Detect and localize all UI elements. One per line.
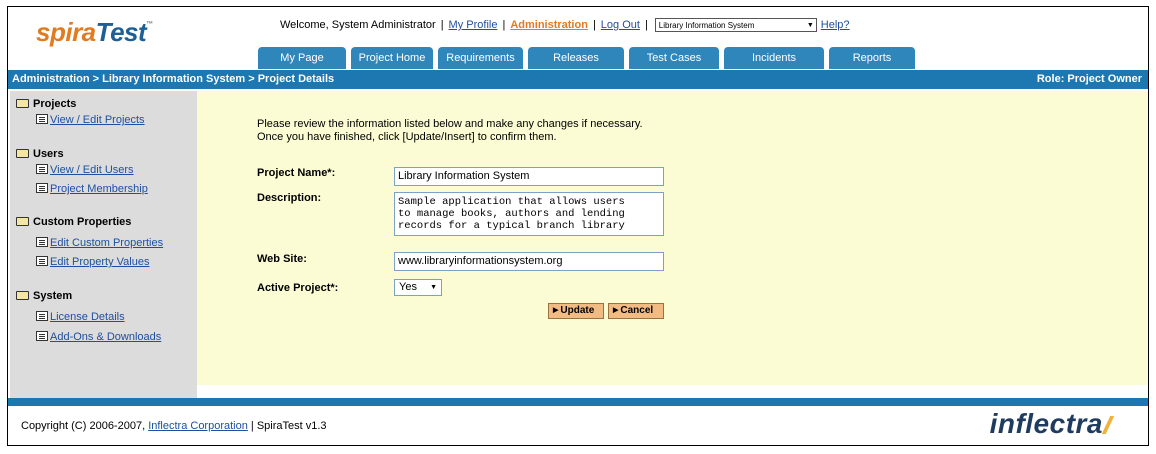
sidebar-item-view-edit-projects[interactable]: View / Edit Projects — [36, 114, 145, 126]
instructions-line: Please review the information listed bel… — [257, 118, 643, 130]
inflectra-corporation-link[interactable]: Inflectra Corporation — [148, 420, 248, 432]
copyright: Copyright (C) 2006-2007, Inflectra Corpo… — [21, 420, 327, 432]
role-label: Role: Project Owner — [1036, 73, 1142, 85]
project-details-form: Please review the information listed bel… — [197, 91, 1148, 385]
copyright-text: Copyright (C) 2006-2007, — [21, 420, 146, 432]
admin-sidebar: Projects View / Edit Projects Users View… — [10, 91, 197, 398]
inflectra-logo-text: inflectra — [989, 408, 1103, 439]
separator: | — [440, 19, 444, 31]
triangle-right-icon: ▶ — [553, 307, 559, 314]
page-icon — [36, 311, 48, 321]
sidebar-link-label[interactable]: Add-Ons & Downloads — [50, 331, 161, 343]
logout-link[interactable]: Log Out — [601, 19, 640, 31]
breadcrumb-bar: Administration > Library Information Sys… — [8, 70, 1148, 89]
sidebar-group-label: Custom Properties — [33, 216, 132, 228]
header: spiraTest™ Welcome, System Administrator… — [8, 7, 1148, 71]
sidebar-item-view-edit-users[interactable]: View / Edit Users — [36, 164, 134, 176]
sidebar-item-license-details[interactable]: License Details — [36, 311, 125, 323]
sidebar-link-label[interactable]: View / Edit Projects — [50, 114, 145, 126]
update-button-label: Update — [560, 305, 595, 316]
sidebar-link-label[interactable]: View / Edit Users — [50, 164, 134, 176]
sidebar-item-edit-property-values[interactable]: Edit Property Values — [36, 256, 149, 268]
instructions: Please review the information listed bel… — [257, 118, 643, 144]
triangle-right-icon: ▶ — [613, 307, 619, 314]
user-bar: Welcome, System Administrator | My Profi… — [280, 18, 850, 32]
logo-spira: spira — [36, 17, 96, 47]
description-label: Description: — [257, 192, 322, 204]
logo-test: Test — [95, 17, 147, 47]
sidebar-link-label[interactable]: License Details — [50, 311, 125, 323]
website-label: Web Site: — [257, 253, 307, 265]
project-name-label: Project Name*: — [257, 167, 336, 179]
tab-project-home[interactable]: Project Home — [351, 47, 433, 69]
breadcrumb: Administration > Library Information Sys… — [12, 73, 335, 85]
sidebar-item-project-membership[interactable]: Project Membership — [36, 183, 148, 195]
tab-releases[interactable]: Releases — [528, 47, 624, 69]
main-tabs: My Page Project Home Requirements Releas… — [258, 47, 920, 69]
sidebar-item-edit-custom-properties[interactable]: Edit Custom Properties — [36, 237, 163, 249]
footer-stripe — [8, 398, 1148, 406]
folder-icon — [16, 99, 29, 108]
active-project-label: Active Project*: — [257, 282, 339, 294]
sidebar-group-custom-properties: Custom Properties — [16, 216, 131, 228]
welcome-text: Welcome, System Administrator — [280, 19, 436, 31]
version-text: | SpiraTest v1.3 — [250, 420, 327, 432]
folder-icon — [16, 291, 29, 300]
sidebar-group-label: System — [33, 290, 73, 302]
project-select[interactable]: Library Information System ▼ — [654, 18, 817, 32]
description-line: Sample application that allows users — [398, 196, 625, 208]
dropdown-arrow-icon: ▼ — [806, 22, 814, 29]
description-line: records for a typical branch library — [398, 220, 625, 232]
page-icon — [36, 237, 48, 247]
tab-reports[interactable]: Reports — [829, 47, 915, 69]
project-select-value: Library Information System — [658, 21, 755, 30]
sidebar-link-label[interactable]: Edit Custom Properties — [50, 237, 163, 249]
app-window: spiraTest™ Welcome, System Administrator… — [7, 6, 1149, 446]
help-link[interactable]: Help? — [821, 19, 850, 31]
active-project-value: Yes — [399, 281, 417, 293]
sidebar-group-label: Users — [33, 148, 64, 160]
sidebar-link-label[interactable]: Edit Property Values — [50, 256, 149, 268]
tab-my-page[interactable]: My Page — [258, 47, 346, 69]
folder-icon — [16, 149, 29, 158]
page-icon — [36, 331, 48, 341]
sidebar-group-label: Projects — [33, 98, 77, 110]
description-line: to manage books, authors and lending — [398, 208, 625, 220]
swoosh-icon — [1101, 416, 1131, 434]
tab-incidents[interactable]: Incidents — [724, 47, 824, 69]
logo-trademark: ™ — [146, 21, 153, 28]
page-icon — [36, 256, 48, 266]
sidebar-item-add-ons-downloads[interactable]: Add-Ons & Downloads — [36, 331, 161, 343]
active-project-select[interactable]: Yes ▼ — [394, 279, 442, 296]
sidebar-link-label[interactable]: Project Membership — [50, 183, 148, 195]
sidebar-group-system: System — [16, 290, 72, 302]
description-textarea[interactable]: Sample application that allows users to … — [394, 192, 664, 236]
inflectra-logo[interactable]: inflectra — [989, 408, 1131, 440]
website-input[interactable]: www.libraryinformationsystem.org — [394, 252, 664, 271]
separator: | — [502, 19, 506, 31]
separator: | — [644, 19, 648, 31]
tab-requirements[interactable]: Requirements — [438, 47, 523, 69]
cancel-button[interactable]: ▶ Cancel — [608, 303, 664, 319]
sidebar-group-users: Users — [16, 148, 64, 160]
project-name-input[interactable]: Library Information System — [394, 167, 664, 186]
spiratest-logo[interactable]: spiraTest™ — [36, 17, 153, 48]
administration-link[interactable]: Administration — [510, 19, 588, 31]
folder-icon — [16, 217, 29, 226]
separator: | — [592, 19, 596, 31]
dropdown-arrow-icon: ▼ — [430, 284, 437, 291]
update-button[interactable]: ▶ Update — [548, 303, 604, 319]
my-profile-link[interactable]: My Profile — [449, 19, 498, 31]
instructions-line: Once you have finished, click [Update/In… — [257, 131, 557, 143]
page-icon — [36, 114, 48, 124]
sidebar-group-projects: Projects — [16, 98, 76, 110]
page-icon — [36, 164, 48, 174]
cancel-button-label: Cancel — [620, 305, 654, 316]
tab-test-cases[interactable]: Test Cases — [629, 47, 719, 69]
page-icon — [36, 183, 48, 193]
